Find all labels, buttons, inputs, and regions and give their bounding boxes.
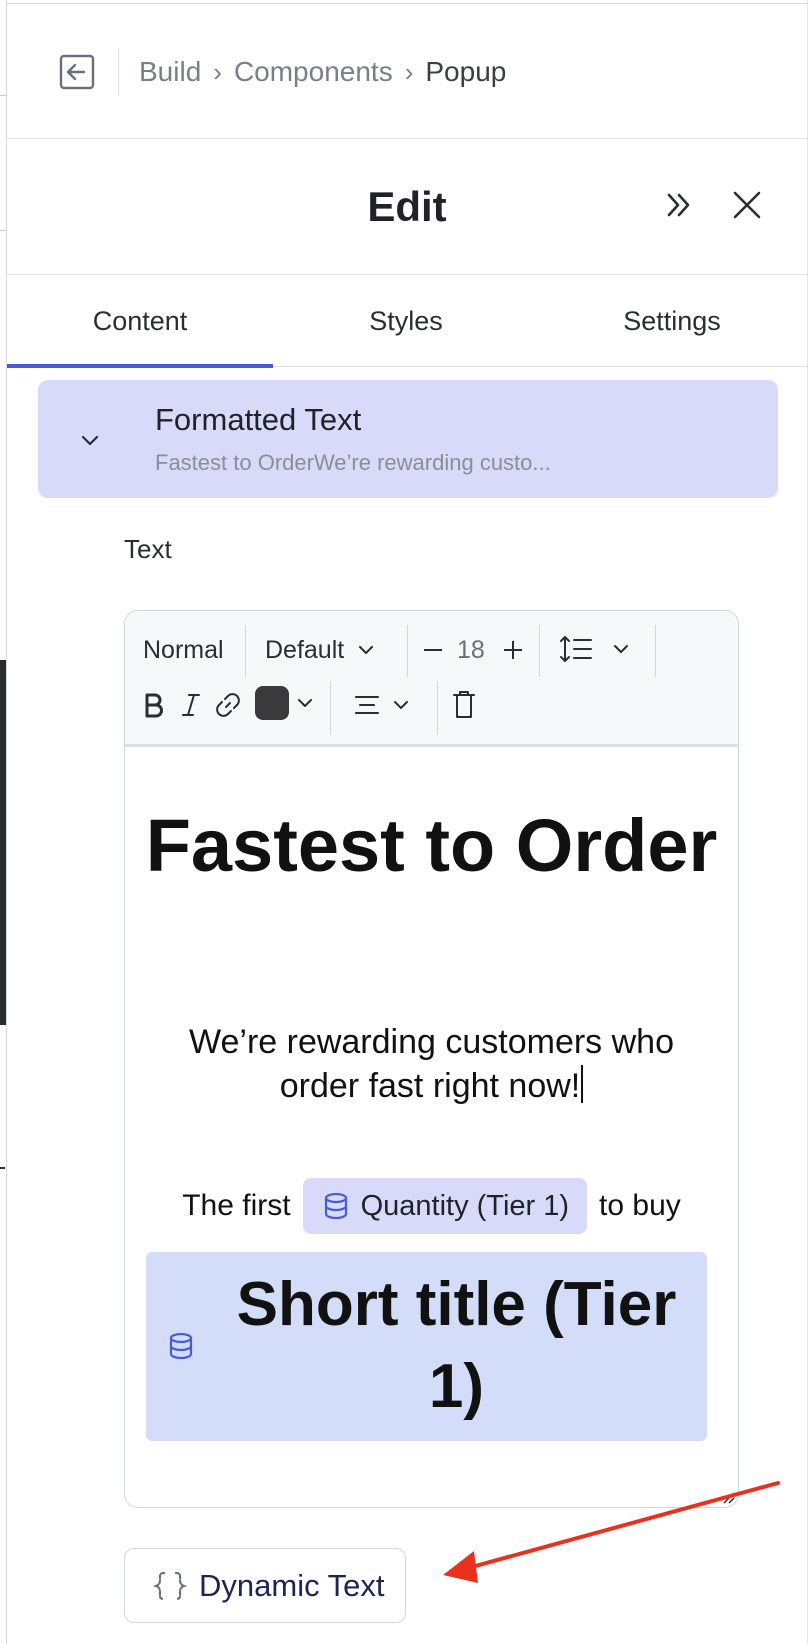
text-color-swatch: [255, 686, 289, 720]
font-value: Default: [265, 635, 345, 664]
dynamic-variable-chip[interactable]: Quantity (Tier 1): [302, 1178, 588, 1234]
italic-button[interactable]: [179, 685, 203, 725]
font-size-decrease-button[interactable]: [421, 631, 445, 669]
line-height-icon: [560, 636, 592, 662]
exit-panel-icon: [59, 54, 95, 90]
database-icon: [324, 1192, 347, 1220]
text-color-button[interactable]: [255, 683, 315, 723]
tab-content[interactable]: Content: [7, 275, 273, 368]
double-chevron-right-icon: [667, 193, 690, 217]
chevron-down-icon: [298, 699, 312, 707]
trash-icon: [453, 691, 475, 718]
breadcrumb-build[interactable]: Build: [139, 56, 201, 88]
dynamic-text-button[interactable]: Dynamic Text: [124, 1548, 406, 1623]
bold-icon: [145, 693, 163, 718]
editor-toolbar: Normal Default 18: [125, 611, 738, 747]
plus-icon: [504, 641, 522, 659]
paragraph-style-select[interactable]: Normal: [143, 631, 224, 669]
content-heading: Fastest to Order: [145, 804, 718, 887]
paragraph-style-value: Normal: [143, 635, 224, 664]
formatted-text-section-header[interactable]: Formatted Text Fastest to OrderWe’re rew…: [38, 380, 778, 498]
dynamic-text-block[interactable]: Short title (Tier 1): [146, 1252, 707, 1441]
chevron-down-icon: [394, 701, 408, 709]
text-align-select[interactable]: [353, 685, 411, 725]
background-app-edge: [0, 0, 7, 1644]
chip-label: Quantity (Tier 1): [360, 1189, 570, 1222]
dynamic-block-text: Short title (Tier 1): [236, 1270, 677, 1421]
line-height-select[interactable]: [559, 629, 631, 669]
chevron-down-icon: [81, 435, 99, 446]
section-title: Formatted Text: [155, 402, 362, 437]
font-size-value[interactable]: 18: [457, 631, 485, 669]
section-preview: Fastest to OrderWe’re rewarding custo...: [155, 450, 551, 475]
rich-text-editor: Normal Default 18 Fastest to Order We’re…: [124, 610, 739, 1508]
tab-styles[interactable]: Styles: [273, 275, 539, 367]
font-select[interactable]: Default: [265, 631, 376, 669]
paragraph-text: We’re rewarding customers who order fast…: [189, 1023, 674, 1105]
edit-header: Edit: [7, 139, 807, 275]
breadcrumb: Build › Components › Popup: [139, 56, 506, 88]
tab-settings[interactable]: Settings: [539, 275, 805, 367]
content-paragraph: We’re rewarding customers who order fast…: [145, 1020, 718, 1108]
link-icon: [216, 693, 240, 717]
breadcrumb-components[interactable]: Components: [234, 56, 393, 88]
text-field-label: Text: [124, 534, 172, 564]
text-cursor: [581, 1065, 584, 1103]
breadcrumb-bar: Build › Components › Popup: [7, 4, 807, 139]
edit-panel: Build › Components › Popup Edit Content …: [7, 0, 808, 1644]
content-line: The first Quantity (Tier 1) to buy: [125, 1178, 738, 1234]
bold-button[interactable]: [141, 685, 167, 725]
breadcrumb-separator: ›: [213, 56, 222, 87]
font-size-increase-button[interactable]: [501, 631, 525, 669]
database-icon: [169, 1332, 193, 1360]
back-button[interactable]: [57, 52, 97, 92]
curly-braces-icon: [153, 1571, 187, 1600]
chevron-down-icon: [359, 646, 374, 654]
minus-icon: [424, 649, 442, 651]
chevron-down-icon: [614, 645, 628, 653]
close-icon: [733, 191, 761, 219]
line-suffix: to buy: [599, 1189, 681, 1222]
tab-bar: Content Styles Settings: [7, 275, 807, 368]
italic-icon: [182, 694, 200, 716]
close-button[interactable]: [727, 185, 767, 225]
link-button[interactable]: [213, 685, 243, 725]
clear-format-button[interactable]: [451, 685, 477, 725]
align-center-icon: [355, 696, 379, 714]
dynamic-text-label: Dynamic Text: [199, 1567, 385, 1603]
resize-handle-icon[interactable]: [720, 1489, 736, 1505]
line-prefix: The first: [182, 1189, 291, 1222]
breadcrumb-separator: ›: [404, 56, 414, 87]
collapse-panel-button[interactable]: [659, 185, 699, 225]
breadcrumb-current: Popup: [425, 56, 507, 87]
